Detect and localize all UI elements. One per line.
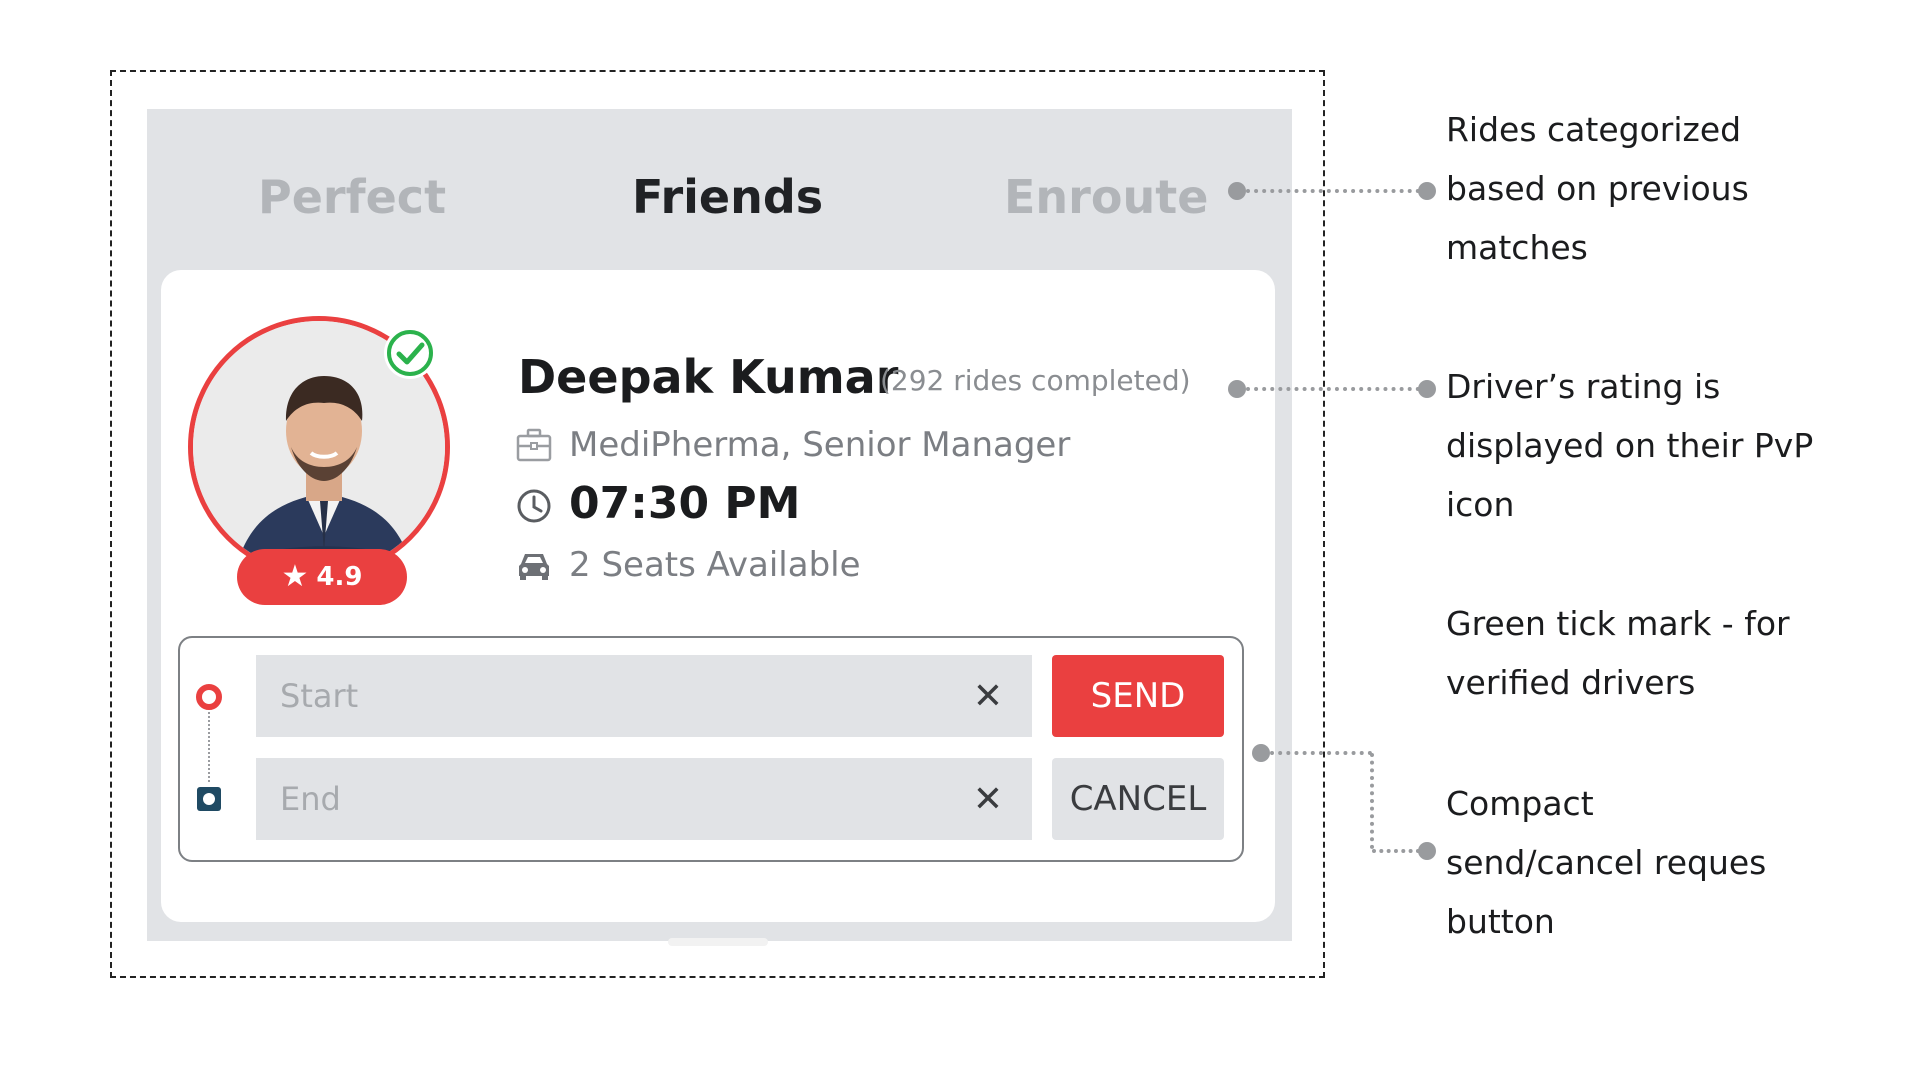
rating-badge: ★ 4.9 (237, 549, 407, 605)
clear-end-icon[interactable]: ✕ (968, 779, 1008, 820)
time-row: 07:30 PM (515, 478, 800, 529)
start-marker-icon (196, 684, 222, 710)
seats-row: 2 Seats Available (515, 545, 861, 585)
rating-value: 4.9 (316, 562, 363, 592)
tab-enroute[interactable]: Enroute (1004, 170, 1208, 224)
leader-line (1372, 849, 1420, 853)
car-icon (515, 546, 553, 584)
annotation-rating: Driver’s rating is displayed on their Pv… (1446, 367, 1814, 524)
start-placeholder: Start (280, 677, 359, 715)
cancel-button[interactable]: CANCEL (1052, 758, 1224, 840)
tab-perfect[interactable]: Perfect (258, 170, 446, 224)
annotation-tabs: Rides categorized based on previous matc… (1446, 110, 1749, 267)
leader-line (1370, 753, 1374, 849)
company-row: MediPherma, Senior Manager (515, 425, 1070, 465)
star-icon: ★ (281, 559, 309, 594)
end-placeholder: End (280, 780, 341, 818)
driver-name: Deepak Kumar (518, 350, 899, 404)
departure-time: 07:30 PM (569, 478, 801, 529)
verified-check-icon (384, 327, 436, 379)
annotation-verified: Green tick mark - for verified drivers (1446, 604, 1790, 702)
seats-text: 2 Seats Available (569, 545, 861, 585)
leader-dot (1228, 182, 1246, 200)
route-connector (208, 712, 210, 782)
leader-dot (1418, 182, 1436, 200)
end-input[interactable]: End ✕ (256, 758, 1032, 840)
annotation-buttons: Compact send/cancel reques button (1446, 784, 1767, 941)
leader-line (1246, 189, 1420, 193)
leader-dot (1418, 380, 1436, 398)
tab-friends[interactable]: Friends (632, 170, 823, 224)
rides-completed: (292 rides completed) (880, 364, 1191, 397)
briefcase-icon (515, 426, 553, 464)
start-input[interactable]: Start ✕ (256, 655, 1032, 737)
leader-dot (1418, 842, 1436, 860)
clear-start-icon[interactable]: ✕ (968, 676, 1008, 717)
clock-icon (515, 485, 553, 523)
leader-line (1270, 751, 1372, 755)
end-marker-icon (197, 787, 221, 811)
drag-handle[interactable] (668, 938, 768, 946)
company-text: MediPherma, Senior Manager (569, 425, 1071, 465)
leader-dot (1228, 380, 1246, 398)
leader-line (1246, 387, 1420, 391)
send-button[interactable]: SEND (1052, 655, 1224, 737)
leader-dot (1252, 744, 1270, 762)
